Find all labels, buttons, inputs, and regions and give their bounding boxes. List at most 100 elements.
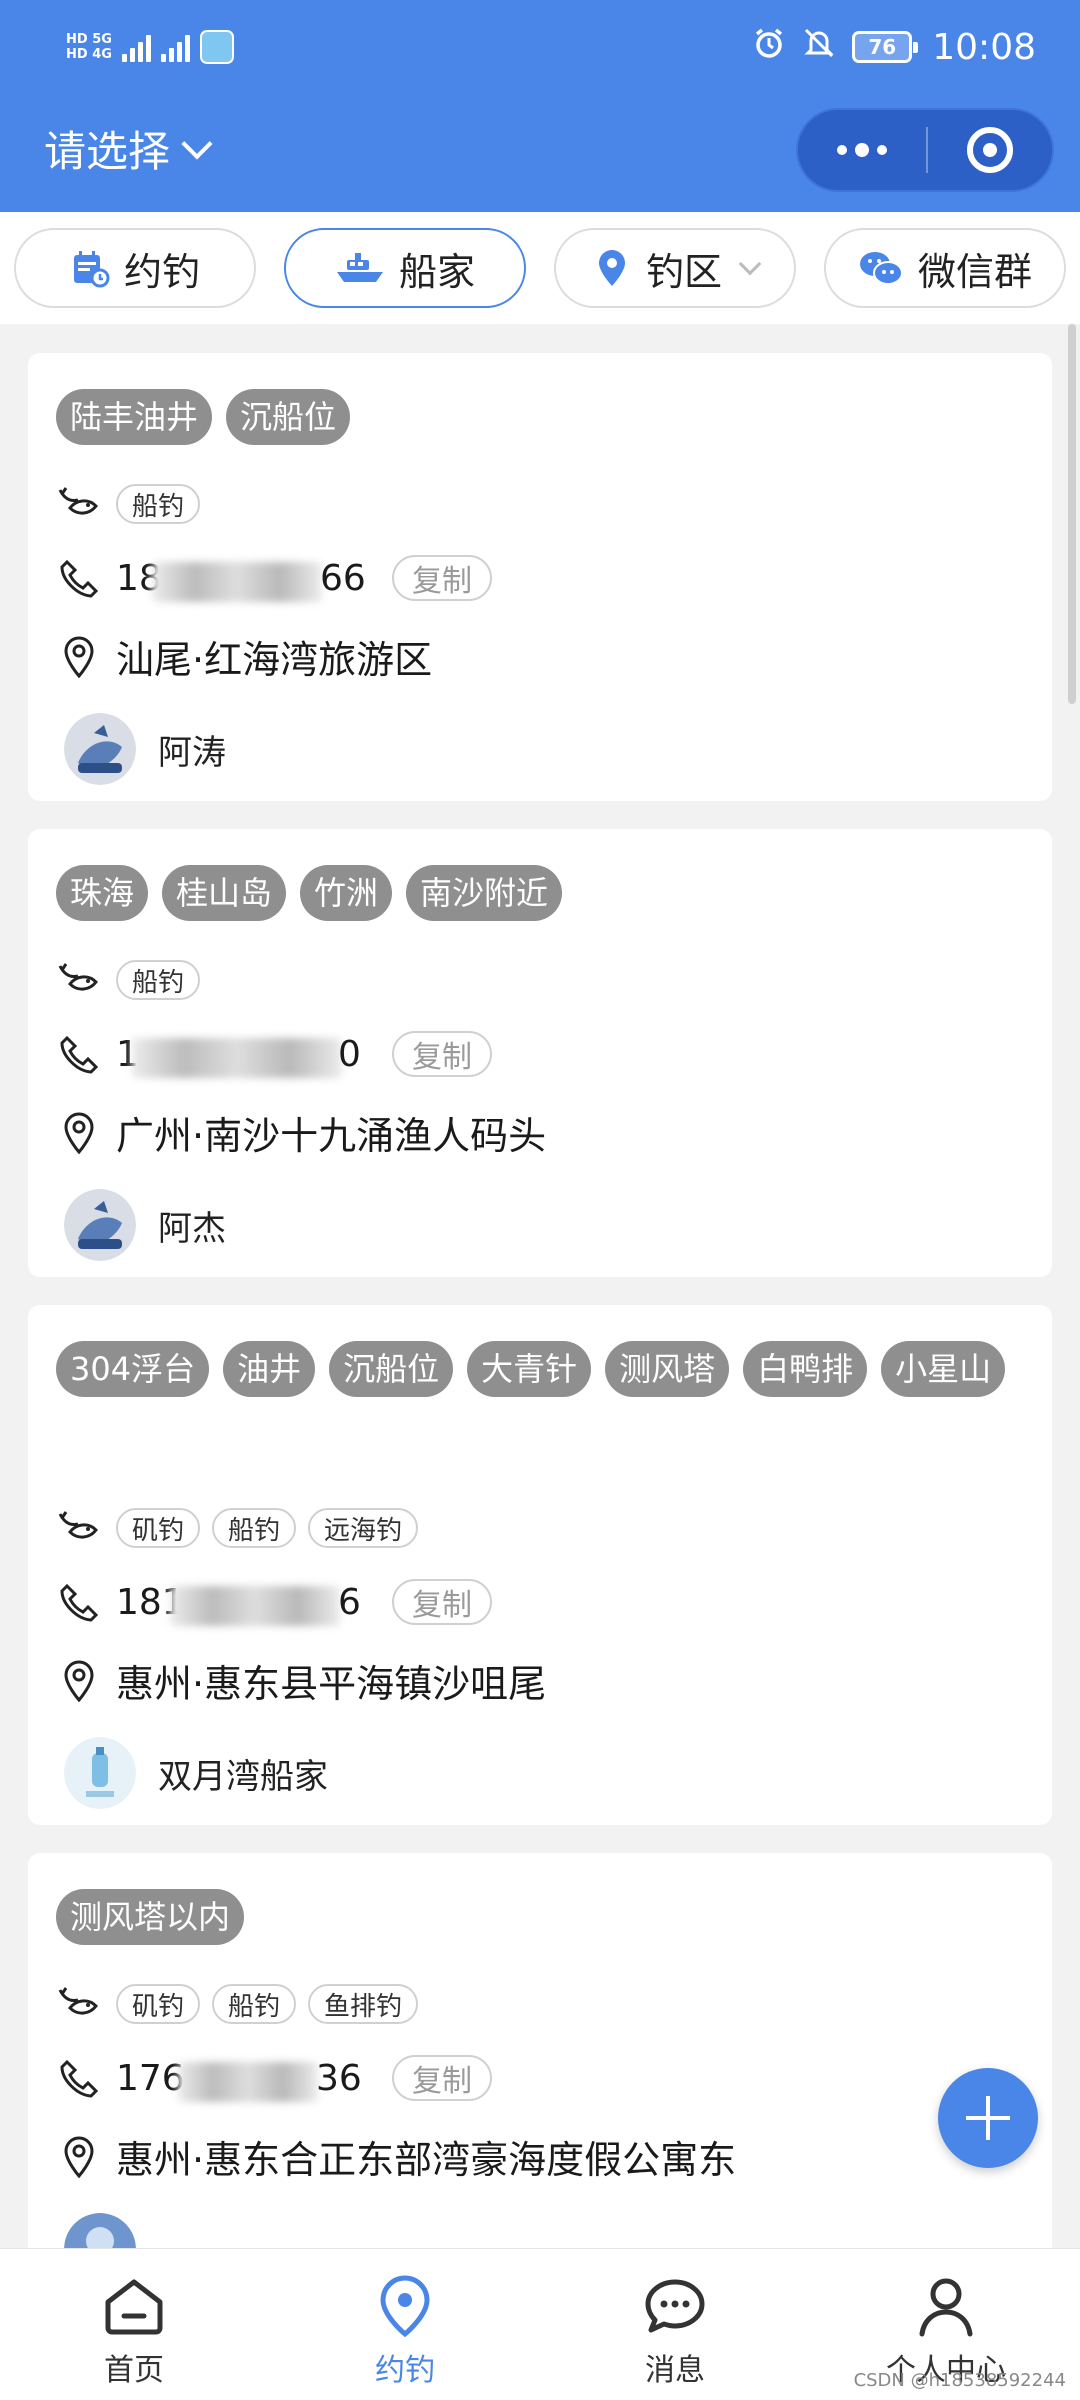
phone-icon [56,2055,102,2101]
area-tag: 桂山岛 [162,865,287,921]
avatar [64,1189,136,1261]
phone-suffix: 0 [338,1033,361,1075]
tab-wechat-group[interactable]: 微信群 [824,228,1066,308]
more-button[interactable] [798,110,926,190]
owner-row[interactable]: 阿杰 [56,1189,226,1261]
method-tag: 船钓 [212,1984,297,2024]
signal-icon [121,32,151,62]
tab-diaoqu[interactable]: 钓区 [554,228,796,308]
address-row: 广州·南沙十九涌渔人码头 [56,1105,546,1160]
owner-row[interactable]: 阿涛 [56,713,226,785]
nav-yuediao[interactable]: 约钓 [305,2271,505,2389]
phone-prefix: 176 [116,2057,185,2099]
app-notification-icon [199,30,234,64]
owner-name: 阿杰 [158,1208,226,1249]
area-tag: 珠海 [56,865,149,921]
method-tag: 船钓 [116,484,201,524]
battery-icon: 76 [852,31,919,63]
owner-name: 阿涛 [158,732,226,773]
area-tag: 测风塔以内 [56,1889,245,1945]
copy-button[interactable]: 复制 [392,1579,492,1625]
method-tag: 鱼排钓 [308,1984,419,2024]
area-tag: 白鸭排 [743,1341,868,1397]
filter-tabs: 约钓 船家 钓区 微信群 [0,212,1080,324]
map-pin-icon [56,634,102,680]
chat-icon [640,2271,710,2341]
nav-home[interactable]: 首页 [34,2271,234,2389]
methods-row: 船钓 [56,957,212,1003]
target-icon [967,127,1013,173]
tab-yuediao[interactable]: 约钓 [14,228,256,308]
chevron-down-icon [181,127,213,160]
phone-suffix: 6 [338,1581,361,1623]
fishing-hook-icon [56,957,102,1003]
map-pin-icon [56,1658,102,1704]
method-tag: 船钓 [116,960,201,1000]
phone-redaction [170,1585,340,1626]
phone-row: 1 0 复制 [56,1031,492,1078]
alarm-icon [752,26,786,68]
copy-button[interactable]: 复制 [392,1031,492,1077]
area-tag: 小星山 [881,1341,1006,1397]
location-selector[interactable]: 请选择 [44,118,213,179]
fishing-hook-icon [56,1505,102,1551]
area-tags: 测风塔以内 [56,1889,1024,1945]
nav-messages[interactable]: 消息 [575,2271,775,2389]
boat-card[interactable]: 陆丰油井 沉船位 船钓 18 66 复制 汕尾·红海湾旅游区 阿涛 [28,353,1052,801]
area-tag: 沉船位 [226,389,351,445]
copy-button[interactable]: 复制 [392,555,492,601]
status-left: HD 5G HD 4G [66,30,234,64]
phone-row: 181 6 复制 [56,1579,492,1626]
method-tag: 远海钓 [308,1508,419,1548]
phone-suffix: 36 [316,2057,362,2099]
add-button[interactable] [938,2068,1038,2168]
owner-row[interactable]: 双月湾船家 [56,1737,328,1809]
nav-label: 约钓 [375,2353,435,2388]
phone-redaction [178,2061,318,2102]
address: 汕尾·红海湾旅游区 [116,638,433,682]
phone-number: 181 6 [116,1581,366,1626]
tab-chuanjia[interactable]: 船家 [284,228,526,308]
copy-button[interactable]: 复制 [392,2055,492,2101]
watermark: CSDN @h18538592244 [853,2370,1066,2391]
area-tag: 南沙附近 [406,865,563,921]
area-tag: 竹洲 [300,865,393,921]
area-tags: 304浮台 油井 沉船位 大青针 测风塔 白鸭排 小星山 [56,1341,1024,1397]
area-tag: 304浮台 [56,1341,210,1397]
area-tags: 陆丰油井 沉船位 [56,389,1024,445]
scrollbar[interactable] [1068,324,1076,704]
methods-row: 矶钓 船钓 鱼排钓 [56,1981,430,2027]
status-right: 76 10:08 [752,26,1036,68]
boat-card[interactable]: 304浮台 油井 沉船位 大青针 测风塔 白鸭排 小星山 矶钓 船钓 远海钓 1… [28,1305,1052,1825]
area-tag: 测风塔 [605,1341,730,1397]
header: HD 5G HD 4G 76 10:08 请选择 [0,0,1080,212]
methods-row: 船钓 [56,481,212,527]
phone-icon [56,1579,102,1625]
methods-row: 矶钓 船钓 远海钓 [56,1505,430,1551]
clock: 10:08 [932,26,1036,68]
tab-label: 微信群 [917,249,1032,294]
address: 惠州·惠东县平海镇沙咀尾 [116,1662,547,1706]
tab-label: 钓区 [645,249,722,294]
phone-icon [56,1031,102,1077]
plus-icon [966,2096,1010,2140]
avatar [64,1737,136,1809]
phone-icon [56,555,102,601]
home-icon [99,2271,169,2341]
signal-icon-2 [160,32,190,62]
phone-number: 1 0 [116,1033,366,1078]
address: 广州·南沙十九涌渔人码头 [116,1114,547,1158]
boat-card[interactable]: 珠海 桂山岛 竹洲 南沙附近 船钓 1 0 复制 广州·南沙十九涌渔人码头 阿杰 [28,829,1052,1277]
address: 惠州·惠东合正东部湾豪海度假公寓东 [116,2138,737,2182]
network-bottom: HD 4G [66,47,112,62]
phone-row: 18 66 复制 [56,555,492,602]
wechat-icon [858,248,904,288]
network-indicator: HD 5G HD 4G [66,32,112,62]
boat-card[interactable]: 测风塔以内 矶钓 船钓 鱼排钓 176 36 复制 惠州·惠东合正东部湾豪海度假… [28,1853,1052,2285]
close-miniprogram-button[interactable] [928,127,1052,173]
address-row: 惠州·惠东县平海镇沙咀尾 [56,1653,546,1708]
phone-redaction [132,1037,342,1078]
fishing-hook-icon [56,1981,102,2027]
phone-redaction [152,561,322,602]
address-row: 汕尾·红海湾旅游区 [56,629,432,684]
